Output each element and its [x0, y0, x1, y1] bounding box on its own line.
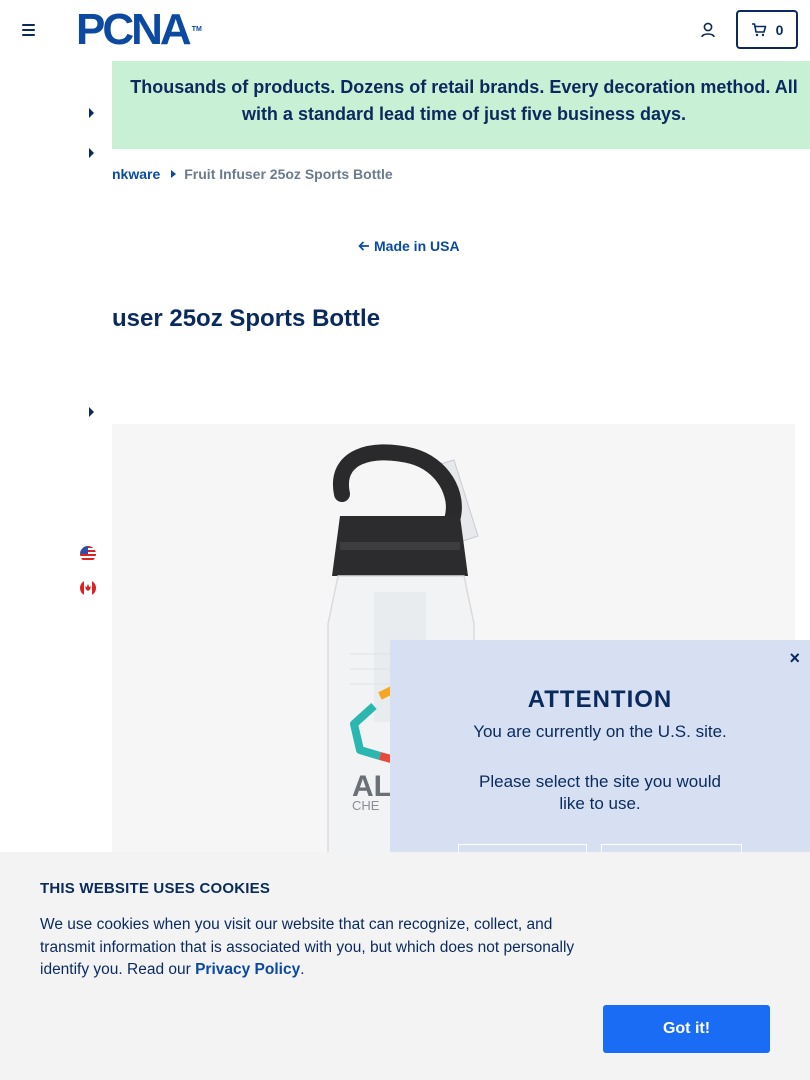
breadcrumb: nkware Fruit Infuser 25oz Sports Bottle: [112, 166, 393, 182]
cookie-body: We use cookies when you visit our websit…: [40, 914, 610, 982]
cookie-banner: THIS WEBSITE USES COOKIES We use cookies…: [0, 852, 810, 1080]
breadcrumb-separator-icon: [171, 170, 177, 178]
us-flag-icon[interactable]: [80, 546, 96, 562]
logo-text: PCNA: [76, 5, 192, 54]
user-icon[interactable]: [699, 21, 717, 39]
cart-count: 0: [775, 21, 784, 38]
modal-message: You are currently on the U.S. site.: [473, 722, 727, 741]
close-icon[interactable]: ×: [789, 648, 800, 669]
cookie-title: THIS WEBSITE USES COOKIES: [40, 880, 271, 897]
cookie-body-end: .: [300, 961, 305, 978]
caret-right-icon[interactable]: [89, 148, 94, 158]
cart-button[interactable]: 0: [736, 10, 798, 49]
modal-prompt: Please select the site you would like to…: [479, 772, 721, 813]
arrow-left-icon: [358, 241, 369, 251]
pcna-logo[interactable]: PCNA TM: [76, 8, 202, 52]
caret-right-icon[interactable]: [89, 407, 94, 417]
product-title: user 25oz Sports Bottle: [112, 305, 381, 332]
banner-text: Thousands of products. Dozens of retail …: [130, 77, 798, 124]
site-header: PCNA TM 0: [0, 0, 810, 61]
breadcrumb-current: Fruit Infuser 25oz Sports Bottle: [184, 166, 393, 182]
back-link-label: Made in USA: [374, 238, 460, 254]
cookie-body-text: We use cookies when you visit our websit…: [40, 916, 575, 978]
modal-title: ATTENTION: [527, 686, 673, 713]
privacy-policy-link[interactable]: Privacy Policy: [195, 961, 300, 978]
canada-flag-icon[interactable]: [80, 580, 96, 596]
promo-banner: Thousands of products. Dozens of retail …: [96, 61, 810, 149]
accept-cookies-button[interactable]: Got it!: [603, 1005, 770, 1053]
hamburger-icon[interactable]: [22, 24, 35, 36]
caret-right-icon[interactable]: [89, 108, 94, 118]
breadcrumb-link[interactable]: nkware: [112, 166, 160, 182]
imprint-subtext: CHE: [352, 798, 380, 813]
logo-tm: TM: [191, 26, 202, 33]
back-link[interactable]: Made in USA: [358, 238, 460, 254]
cart-icon: [751, 22, 766, 36]
side-menu-rail: [0, 61, 112, 851]
